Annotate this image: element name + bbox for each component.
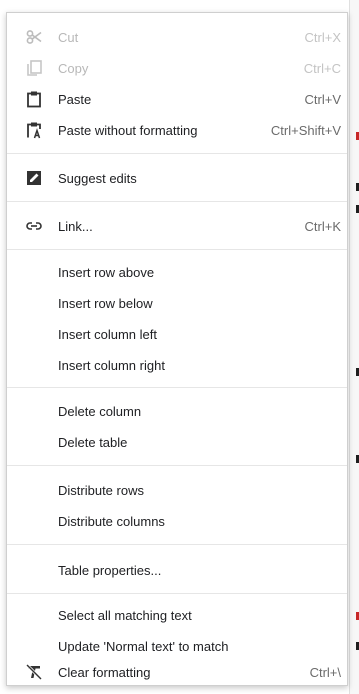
menu-item-label: Clear formatting <box>58 664 151 680</box>
menu-item-insert-row-below[interactable]: Insert row below <box>7 289 347 317</box>
menu-item-shortcut: Ctrl+Shift+V <box>270 122 341 138</box>
menu-item-select-all-matching-text[interactable]: Select all matching text <box>7 601 347 629</box>
menu-item-distribute-columns[interactable]: Distribute columns <box>7 507 347 535</box>
menu-item-label: Delete column <box>58 403 142 419</box>
menu-item-clear-formatting[interactable]: Clear formatting Ctrl+\ <box>7 658 347 686</box>
menu-item-copy[interactable]: Copy Ctrl+C <box>7 54 347 82</box>
menu-item-label: Select all matching text <box>58 607 192 623</box>
link-icon <box>25 217 43 235</box>
suggest-edits-icon <box>25 169 43 187</box>
document-background-edge <box>349 0 359 694</box>
menu-separator <box>7 201 347 202</box>
menu-item-table-properties[interactable]: Table properties... <box>7 556 347 584</box>
menu-item-insert-column-right[interactable]: Insert column right <box>7 351 347 379</box>
menu-item-label: Distribute columns <box>58 513 165 529</box>
paste-icon <box>25 90 43 108</box>
scissors-icon <box>25 28 43 46</box>
menu-item-label: Insert column left <box>58 326 157 342</box>
menu-item-link[interactable]: Link... Ctrl+K <box>7 212 347 240</box>
clear-formatting-icon <box>25 663 43 681</box>
paste-plain-icon <box>25 121 43 139</box>
menu-item-shortcut: Ctrl+X <box>304 29 341 45</box>
menu-item-label: Insert row below <box>58 295 153 311</box>
menu-separator <box>7 249 347 250</box>
menu-item-label: Insert column right <box>58 357 165 373</box>
menu-separator <box>7 465 347 466</box>
menu-item-paste[interactable]: Paste Ctrl+V <box>7 85 347 113</box>
menu-item-label: Distribute rows <box>58 482 144 498</box>
menu-item-label: Table properties... <box>58 562 162 578</box>
menu-item-label: Insert row above <box>58 264 155 280</box>
menu-item-insert-column-left[interactable]: Insert column left <box>7 320 347 348</box>
menu-item-paste-without-formatting[interactable]: Paste without formatting Ctrl+Shift+V <box>7 116 347 144</box>
menu-item-label: Update 'Normal text' to match <box>58 638 229 654</box>
menu-item-label: Delete table <box>58 434 128 450</box>
menu-item-label: Link... <box>58 218 93 234</box>
menu-separator <box>7 544 347 545</box>
menu-separator <box>7 153 347 154</box>
menu-item-delete-table[interactable]: Delete table <box>7 428 347 456</box>
menu-item-label: Suggest edits <box>58 170 137 186</box>
menu-item-update-normal-text[interactable]: Update 'Normal text' to match <box>7 632 347 660</box>
menu-item-label: Cut <box>58 29 79 45</box>
context-menu: Cut Ctrl+X Copy Ctrl+C Paste Ctrl+V Past… <box>6 12 348 686</box>
menu-item-cut[interactable]: Cut Ctrl+X <box>7 23 347 51</box>
menu-item-delete-column[interactable]: Delete column <box>7 397 347 425</box>
menu-item-shortcut: Ctrl+V <box>304 91 341 107</box>
menu-item-shortcut: Ctrl+K <box>304 218 341 234</box>
menu-separator <box>7 387 347 388</box>
menu-separator <box>7 593 347 594</box>
menu-item-label: Paste without formatting <box>58 122 198 138</box>
copy-icon <box>25 59 43 77</box>
menu-item-shortcut: Ctrl+C <box>303 60 341 76</box>
menu-item-suggest-edits[interactable]: Suggest edits <box>7 164 347 192</box>
menu-item-label: Copy <box>58 60 89 76</box>
menu-item-insert-row-above[interactable]: Insert row above <box>7 258 347 286</box>
menu-item-label: Paste <box>58 91 92 107</box>
menu-item-shortcut: Ctrl+\ <box>309 664 341 680</box>
menu-item-distribute-rows[interactable]: Distribute rows <box>7 476 347 504</box>
